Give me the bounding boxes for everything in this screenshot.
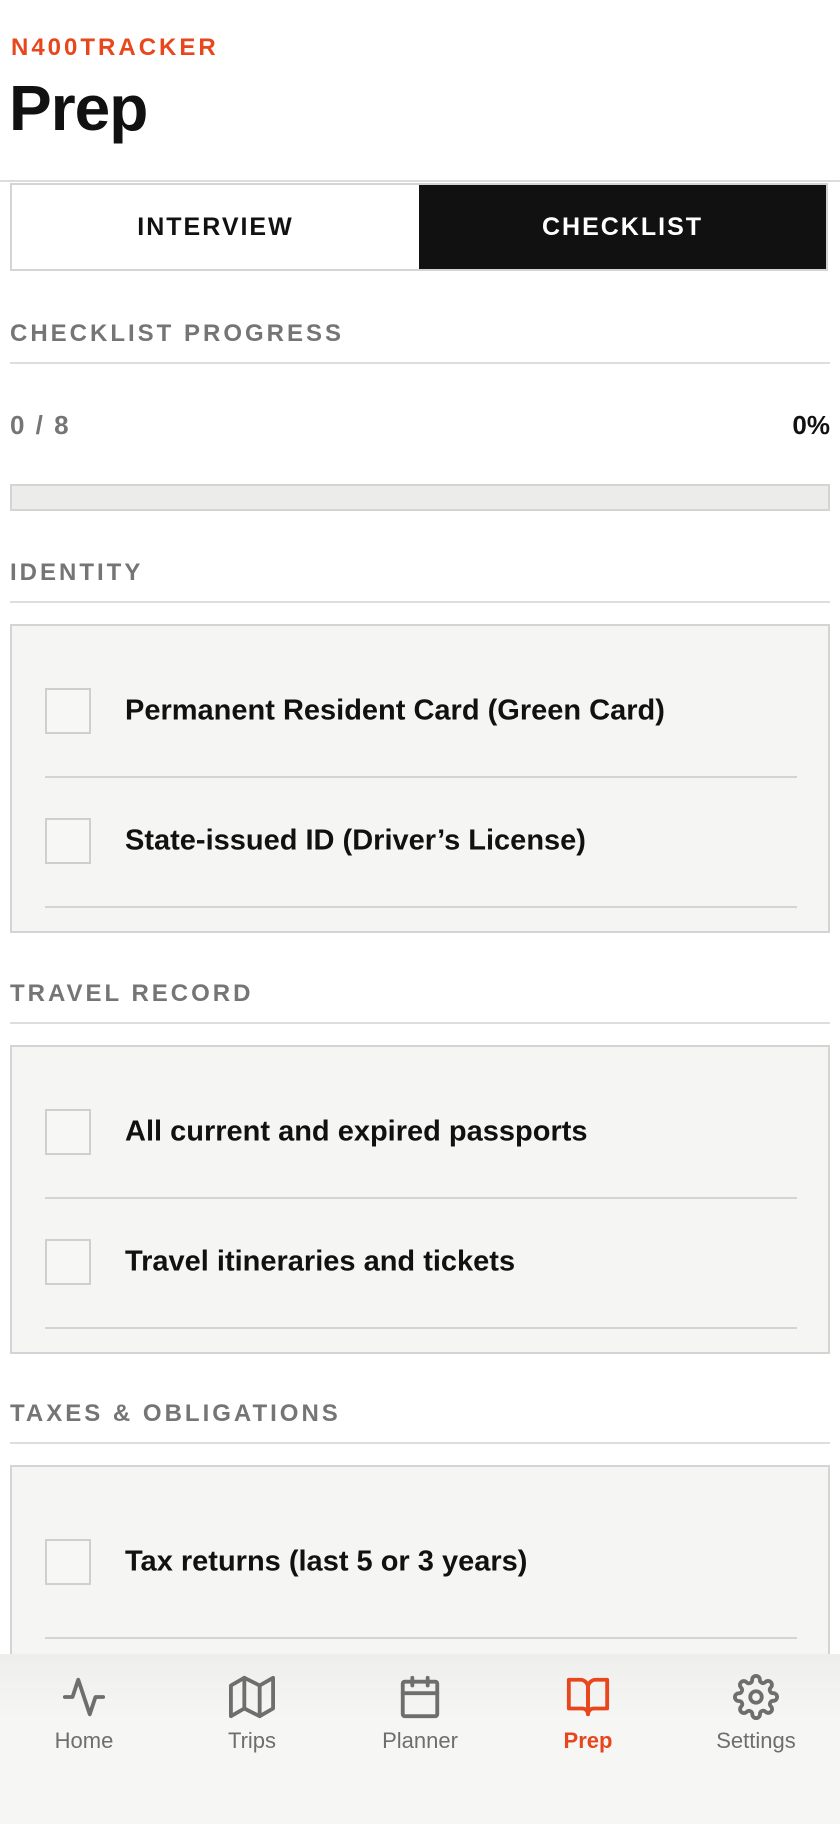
checklist-item[interactable]: Permanent Resident Card (Green Card): [45, 646, 797, 778]
tab-interview[interactable]: INTERVIEW: [12, 185, 419, 269]
tabbar-home[interactable]: Home: [0, 1654, 168, 1824]
checkbox[interactable]: [45, 1109, 91, 1155]
checklist-item-label: Travel itineraries and tickets: [125, 1245, 516, 1278]
checklist-item-label: Tax returns (last 5 or 3 years): [125, 1545, 528, 1578]
divider: [10, 362, 830, 364]
page-title: Prep: [9, 72, 148, 144]
progress-percent: 0%: [792, 410, 830, 440]
checklist-item[interactable]: All current and expired passports: [45, 1067, 797, 1199]
checklist-item-label: State-issued ID (Driver’s License): [125, 824, 586, 857]
section-title-taxes: TAXES & OBLIGATIONS: [10, 1400, 341, 1427]
progress-section-title: CHECKLIST PROGRESS: [10, 320, 345, 347]
progress-count: 0 / 8: [10, 410, 71, 440]
checklist-item-label: All current and expired passports: [125, 1115, 588, 1148]
map-icon: [229, 1675, 275, 1719]
divider: [10, 1442, 830, 1444]
tab-checklist[interactable]: CHECKLIST: [419, 185, 826, 269]
checklist-item[interactable]: State-issued ID (Driver’s License): [45, 776, 797, 908]
progress-bar: [10, 484, 830, 511]
book-icon: [566, 1677, 610, 1717]
tabbar-settings[interactable]: Settings: [672, 1654, 840, 1824]
calendar-icon: [400, 1675, 440, 1719]
tabbar-prep[interactable]: Prep: [504, 1654, 672, 1824]
tabbar-label: Home: [54, 1728, 114, 1753]
tabbar-label: Prep: [563, 1728, 613, 1753]
brand-label: N400TRACKER: [11, 34, 219, 61]
checkbox[interactable]: [45, 818, 91, 864]
bottom-tab-bar: Home Trips Planner Prep Settings: [0, 1654, 840, 1824]
checkbox[interactable]: [45, 1539, 91, 1585]
tabbar-label: Settings: [716, 1728, 796, 1753]
tabbar-planner[interactable]: Planner: [336, 1654, 504, 1824]
checklist-item-label: Permanent Resident Card (Green Card): [125, 694, 665, 727]
divider: [10, 601, 830, 603]
section-card-travel-record: All current and expired passports Travel…: [10, 1045, 830, 1354]
checklist-item[interactable]: Travel itineraries and tickets: [45, 1197, 797, 1329]
gear-icon: [733, 1674, 779, 1720]
checkbox[interactable]: [45, 1239, 91, 1285]
section-title-travel-record: TRAVEL RECORD: [10, 980, 254, 1007]
section-title-identity: IDENTITY: [10, 559, 144, 586]
tabbar-label: Trips: [227, 1728, 277, 1753]
segmented-control: INTERVIEW CHECKLIST: [10, 183, 828, 271]
checklist-item[interactable]: Tax returns (last 5 or 3 years): [45, 1487, 797, 1639]
app-header: N400TRACKER Prep: [0, 0, 840, 182]
checkbox[interactable]: [45, 688, 91, 734]
activity-icon: [62, 1677, 106, 1717]
tabbar-trips[interactable]: Trips: [168, 1654, 336, 1824]
divider: [10, 1022, 830, 1024]
section-card-identity: Permanent Resident Card (Green Card) Sta…: [10, 624, 830, 933]
tabbar-label: Planner: [382, 1728, 458, 1753]
